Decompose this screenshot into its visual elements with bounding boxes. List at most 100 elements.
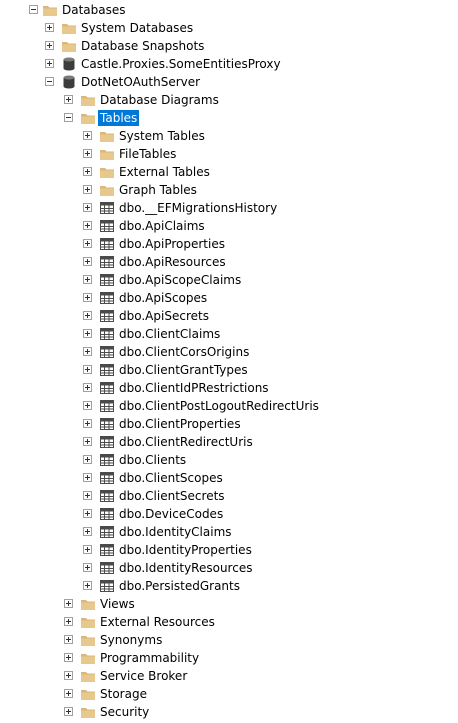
node-views[interactable]: Views — [0, 595, 458, 613]
node-db-dotnet[interactable]: DotNetOAuthServer — [0, 73, 458, 91]
expand-icon[interactable] — [83, 563, 92, 572]
expand-icon[interactable] — [83, 131, 92, 140]
expand-icon[interactable] — [83, 401, 92, 410]
node-database-snapshots[interactable]: Database Snapshots — [0, 37, 458, 55]
node-file-tables[interactable]: FileTables — [0, 145, 458, 163]
expand-icon[interactable] — [83, 491, 92, 500]
expand-icon[interactable] — [64, 599, 73, 608]
table-name: dbo.ClientPostLogoutRedirectUris — [119, 399, 319, 413]
table-icon — [100, 418, 114, 430]
table-row[interactable]: dbo.IdentityProperties — [0, 541, 458, 559]
table-row[interactable]: dbo.Clients — [0, 451, 458, 469]
node-system-databases[interactable]: System Databases — [0, 19, 458, 37]
node-system-tables[interactable]: System Tables — [0, 127, 458, 145]
expand-icon[interactable] — [83, 149, 92, 158]
expand-icon[interactable] — [83, 545, 92, 554]
table-row[interactable]: dbo.ApiScopes — [0, 289, 458, 307]
expand-icon[interactable] — [83, 329, 92, 338]
expand-icon[interactable] — [64, 617, 73, 626]
node-databases[interactable]: Databases — [0, 1, 458, 19]
node-programmability[interactable]: Programmability — [0, 649, 458, 667]
table-row[interactable]: dbo.ApiScopeClaims — [0, 271, 458, 289]
table-icon — [100, 472, 114, 484]
node-synonyms[interactable]: Synonyms — [0, 631, 458, 649]
collapse-icon[interactable] — [64, 113, 73, 122]
expand-icon[interactable] — [64, 671, 73, 680]
table-name: dbo.ApiScopes — [119, 291, 208, 305]
expand-icon[interactable] — [64, 635, 73, 644]
table-row[interactable]: dbo.IdentityClaims — [0, 523, 458, 541]
expand-icon[interactable] — [83, 293, 92, 302]
table-row[interactable]: dbo.ApiSecrets — [0, 307, 458, 325]
expand-icon[interactable] — [83, 185, 92, 194]
folder-icon — [81, 618, 95, 628]
table-row[interactable]: dbo.ApiClaims — [0, 217, 458, 235]
expand-icon[interactable] — [45, 41, 54, 50]
expand-icon[interactable] — [83, 275, 92, 284]
table-row[interactable]: dbo.ClientScopes — [0, 469, 458, 487]
node-label: Database Diagrams — [100, 93, 219, 107]
expand-icon[interactable] — [83, 509, 92, 518]
expand-icon[interactable] — [45, 23, 54, 32]
database-icon — [63, 57, 75, 71]
table-icon — [100, 328, 114, 340]
expand-icon[interactable] — [83, 311, 92, 320]
folder-icon — [100, 168, 114, 178]
folder-icon — [100, 150, 114, 160]
folder-icon — [81, 96, 95, 106]
node-label: FileTables — [119, 147, 177, 161]
expand-icon[interactable] — [83, 239, 92, 248]
expand-icon[interactable] — [83, 419, 92, 428]
node-label: System Tables — [119, 129, 205, 143]
table-row[interactable]: dbo.IdentityResources — [0, 559, 458, 577]
expand-icon[interactable] — [83, 437, 92, 446]
expand-icon[interactable] — [83, 527, 92, 536]
table-icon — [100, 580, 114, 592]
table-row[interactable]: dbo.PersistedGrants — [0, 577, 458, 595]
table-row[interactable]: dbo.ClientCorsOrigins — [0, 343, 458, 361]
expand-icon[interactable] — [64, 95, 73, 104]
table-name: dbo.ClientRedirectUris — [119, 435, 253, 449]
table-row[interactable]: dbo.ClientClaims — [0, 325, 458, 343]
expand-icon[interactable] — [83, 257, 92, 266]
expand-icon[interactable] — [83, 581, 92, 590]
node-service-broker[interactable]: Service Broker — [0, 667, 458, 685]
expand-icon[interactable] — [83, 203, 92, 212]
collapse-icon[interactable] — [29, 5, 38, 14]
node-graph-tables[interactable]: Graph Tables — [0, 181, 458, 199]
node-external-tables[interactable]: External Tables — [0, 163, 458, 181]
node-storage[interactable]: Storage — [0, 685, 458, 703]
table-row[interactable]: dbo.ApiProperties — [0, 235, 458, 253]
table-row[interactable]: dbo.ClientSecrets — [0, 487, 458, 505]
table-row[interactable]: dbo.ClientPostLogoutRedirectUris — [0, 397, 458, 415]
node-tables[interactable]: Tables — [0, 109, 458, 127]
table-row[interactable]: dbo.ClientProperties — [0, 415, 458, 433]
node-external-resources[interactable]: External Resources — [0, 613, 458, 631]
table-row[interactable]: dbo.ClientRedirectUris — [0, 433, 458, 451]
expand-icon[interactable] — [83, 221, 92, 230]
expand-icon[interactable] — [83, 473, 92, 482]
table-icon — [100, 526, 114, 538]
table-name: dbo.ApiSecrets — [119, 309, 209, 323]
node-database-diagrams[interactable]: Database Diagrams — [0, 91, 458, 109]
expand-icon[interactable] — [64, 707, 73, 716]
expand-icon[interactable] — [83, 167, 92, 176]
expand-icon[interactable] — [83, 365, 92, 374]
expand-icon[interactable] — [45, 59, 54, 68]
table-name: dbo.ClientCorsOrigins — [119, 345, 250, 359]
expand-icon[interactable] — [83, 383, 92, 392]
expand-icon[interactable] — [64, 689, 73, 698]
table-row[interactable]: dbo.DeviceCodes — [0, 505, 458, 523]
folder-icon — [81, 708, 95, 718]
table-row[interactable]: dbo.ClientGrantTypes — [0, 361, 458, 379]
expand-icon[interactable] — [64, 653, 73, 662]
collapse-icon[interactable] — [45, 77, 54, 86]
expand-icon[interactable] — [83, 455, 92, 464]
expand-icon[interactable] — [83, 347, 92, 356]
node-db-castle[interactable]: Castle.Proxies.SomeEntitiesProxy — [0, 55, 458, 73]
table-name: dbo.ClientIdPRestrictions — [119, 381, 269, 395]
node-security[interactable]: Security — [0, 703, 458, 721]
table-row[interactable]: dbo.ClientIdPRestrictions — [0, 379, 458, 397]
table-row[interactable]: dbo.__EFMigrationsHistory — [0, 199, 458, 217]
table-row[interactable]: dbo.ApiResources — [0, 253, 458, 271]
